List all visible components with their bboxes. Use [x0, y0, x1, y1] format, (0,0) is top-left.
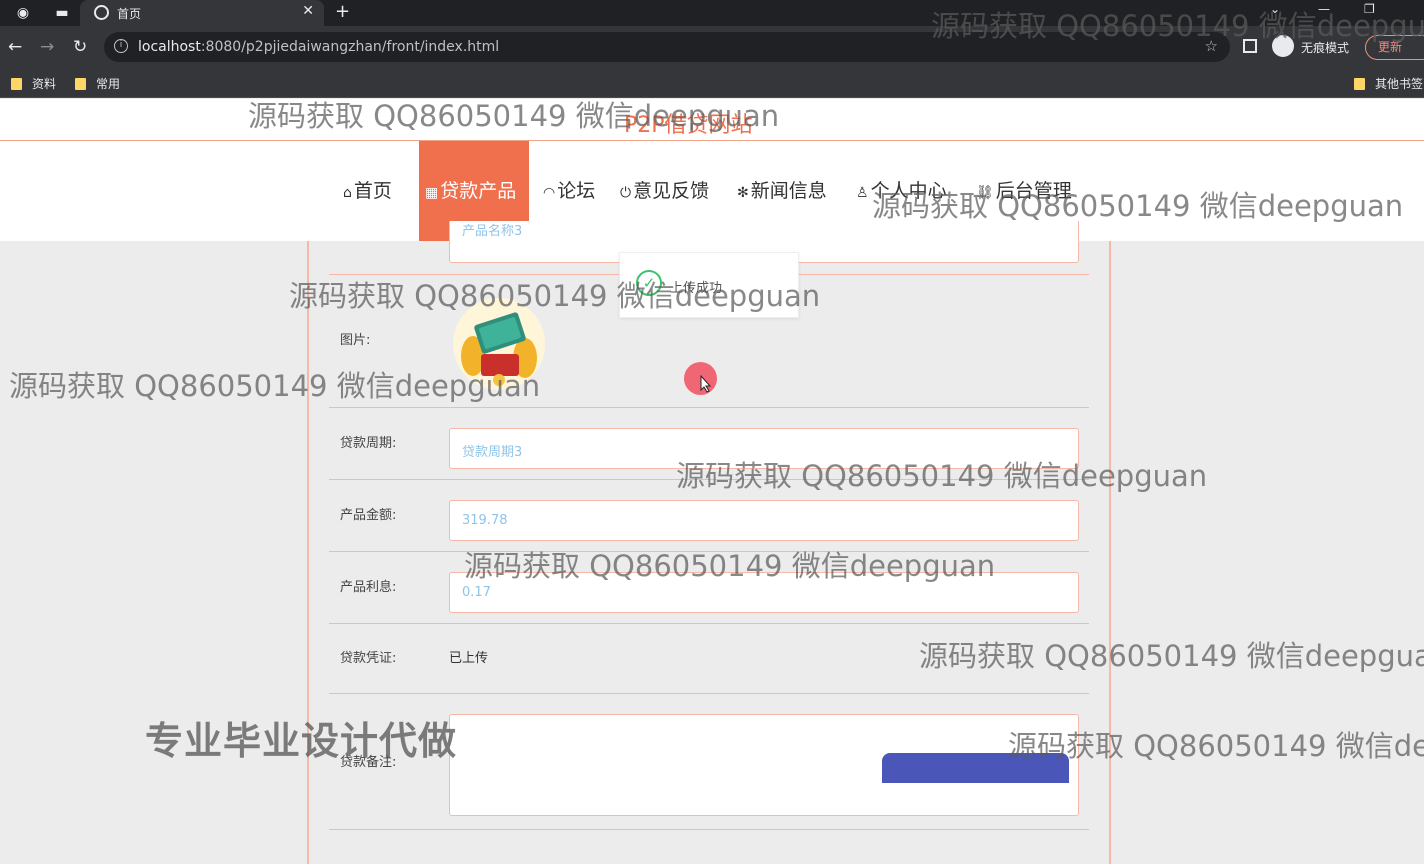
- tab-close-icon[interactable]: ✕: [302, 3, 314, 19]
- folder-icon: [1354, 78, 1365, 90]
- browser-profile-icon[interactable]: ◉: [14, 4, 32, 22]
- site-info-icon[interactable]: i: [114, 39, 128, 53]
- watermark: 源码获取 QQ86050149 微信deepguan: [248, 99, 780, 133]
- user-icon: ♙: [856, 185, 869, 201]
- voucher-label: 贷款凭证:: [340, 651, 397, 666]
- forum-icon: ◠: [543, 185, 556, 201]
- globe-icon: [94, 5, 109, 20]
- watermark: 源码获取 QQ86050149 微信deepguan: [1008, 729, 1424, 763]
- reload-button[interactable]: ↻: [73, 37, 87, 57]
- divider: [329, 829, 1089, 830]
- divider: [329, 693, 1089, 694]
- product-icon: ▦: [425, 185, 439, 201]
- divider: [329, 407, 1089, 408]
- tab-search-icon[interactable]: ▬: [53, 4, 71, 22]
- amount-input[interactable]: 319.78: [449, 500, 1079, 541]
- folder-icon: [11, 78, 22, 90]
- bookmark-folder-资料[interactable]: 资料: [11, 75, 56, 92]
- forward-button[interactable]: →: [40, 37, 54, 57]
- watermark: 源码获取 QQ86050149 微信deepguan: [919, 639, 1424, 673]
- watermark: 源码获取 QQ86050149 微信deepguan: [9, 369, 541, 403]
- url-text[interactable]: localhost:8080/p2pjiedaiwangzhan/front/i…: [138, 39, 499, 55]
- home-icon: ⌂: [343, 185, 352, 201]
- watermark: 源码获取 QQ86050149 微信deepguan: [289, 279, 821, 313]
- nav-home[interactable]: ⌂ 首页: [343, 141, 392, 241]
- watermark: 源码获取 QQ86050149 微信deepguan: [464, 549, 996, 583]
- bookmark-folder-常用[interactable]: 常用: [75, 75, 120, 92]
- voucher-status: 已上传: [449, 651, 489, 666]
- period-label: 贷款周期:: [340, 436, 397, 451]
- other-bookmarks[interactable]: 其他书签: [1354, 75, 1423, 92]
- watermark: 源码获取 QQ86050149 微信deepguan: [872, 189, 1404, 223]
- watermark: 源码获取 QQ86050149 微信deepguan: [676, 459, 1208, 493]
- folder-icon: [75, 78, 86, 90]
- tab-title: 首页: [117, 7, 142, 21]
- image-label: 图片:: [340, 333, 371, 348]
- news-icon: ✻: [737, 185, 749, 201]
- interest-label: 产品利息:: [340, 580, 397, 595]
- back-button[interactable]: ←: [8, 37, 22, 57]
- feedback-icon: ⏻: [620, 185, 632, 201]
- promo-watermark: 专业毕业设计代做: [145, 719, 458, 763]
- browser-tab[interactable]: 首页 ✕: [80, 0, 324, 26]
- new-tab-button[interactable]: +: [335, 1, 350, 22]
- amount-label: 产品金额:: [340, 508, 397, 523]
- divider: [329, 623, 1089, 624]
- watermark: 源码获取 QQ86050149 微信deepguan: [931, 9, 1424, 43]
- mouse-cursor-icon: [700, 375, 712, 393]
